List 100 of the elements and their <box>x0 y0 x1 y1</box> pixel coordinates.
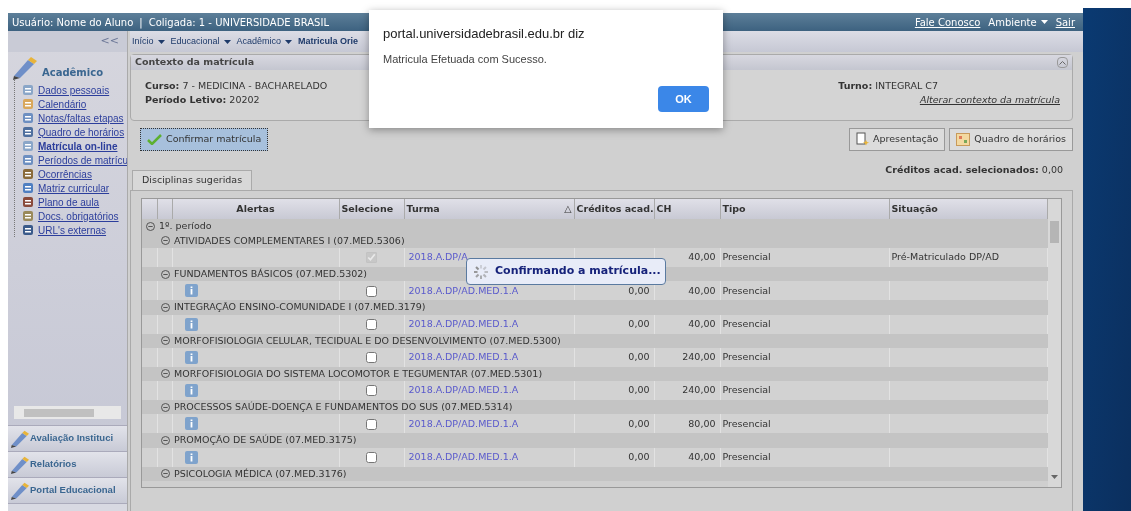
type-value: Presencial <box>722 284 771 296</box>
info-icon[interactable] <box>184 384 198 397</box>
vertical-scrollbar[interactable] <box>1048 198 1061 487</box>
type-value: Presencial <box>722 384 771 396</box>
column-title: Turma <box>406 201 440 216</box>
type-value: Presencial <box>722 417 771 429</box>
select-checkbox[interactable] <box>366 418 377 430</box>
caret-icon <box>223 39 231 44</box>
select-checkbox[interactable] <box>366 451 377 463</box>
column-header[interactable]: CH <box>654 198 720 219</box>
confirm-enrollment-button[interactable]: Confirmar matrícula <box>140 127 269 151</box>
sidebar-item[interactable]: Notas/faltas etapas <box>22 111 124 125</box>
sidebar-item[interactable]: Plano de aula <box>22 195 100 209</box>
menu-item-icon <box>22 126 34 138</box>
sidebar-item[interactable]: Matrícula on-line <box>22 139 118 153</box>
ok-button[interactable]: OK <box>658 86 709 112</box>
sidebar-item[interactable]: Períodos de matrícu <box>22 153 127 167</box>
menu-item-icon <box>22 196 34 208</box>
column-header[interactable]: Selecione <box>339 198 404 219</box>
header-link[interactable]: Sair <box>1055 14 1075 30</box>
change-context-link[interactable]: Alterar contexto da matrícula <box>919 93 1060 108</box>
select-checkbox[interactable] <box>366 318 377 330</box>
class-link[interactable]: 2018.A.DP/AD.MED.1.A <box>408 450 519 462</box>
column-header[interactable]: Alertas <box>172 198 339 219</box>
course-group-title: PROCESSOS SAÚDE-DOENÇA E FUNDAMENTOS DO SUS (07.MED.5314) <box>174 400 513 414</box>
column-header[interactable]: Situação <box>889 198 1048 219</box>
loading-text: Confirmando a matrícula... <box>495 263 661 280</box>
class-link[interactable]: 2018.A.DP/AD.MED.1.A <box>408 384 519 396</box>
breadcrumb-item[interactable]: Início <box>132 34 165 49</box>
collapse-icon[interactable] <box>161 236 170 246</box>
collapse-icon[interactable] <box>161 469 170 479</box>
tab[interactable]: Disciplinas sugeridas <box>132 169 253 190</box>
workload-value: 240,00 <box>682 351 716 363</box>
user-name: Usuário: Nome do Aluno <box>12 15 134 30</box>
info-icon[interactable] <box>184 350 198 364</box>
course-group-title: PROMOÇÃO DE SAÚDE (07.MED.3175) <box>174 433 357 448</box>
toolbar-button[interactable]: Apresentação <box>849 127 946 151</box>
dialog-title: portal.universidadebrasil.edu.br diz <box>383 25 586 43</box>
course-group-title: FUNDAMENTOS BÁSICOS (07.MED.5302) <box>174 267 368 281</box>
selected-credits: Créditos acad. selecionados: 0,00 <box>885 162 1063 177</box>
collapse-icon[interactable] <box>161 302 170 312</box>
column-header[interactable]: Créditos acad. <box>574 198 654 219</box>
course-group-title: ATIVIDADES COMPLEMENTARES I (07.MED.5306) <box>174 233 405 248</box>
info-icon[interactable] <box>184 284 198 298</box>
info-icon[interactable] <box>184 450 198 464</box>
menu-item-icon <box>22 140 34 152</box>
column-header[interactable]: Tipo <box>720 198 889 219</box>
status-value: Pré-Matriculado DP/AD <box>891 251 999 263</box>
collapse-icon[interactable] <box>161 402 170 412</box>
scrollbar-thumb[interactable] <box>1050 220 1059 243</box>
environment-menu[interactable]: Ambiente <box>988 14 1048 30</box>
type-value: Presencial <box>722 351 771 363</box>
class-link[interactable]: 2018.A.DP/AD.MED.1.A <box>408 417 519 429</box>
menu-item-icon <box>22 224 34 236</box>
class-link[interactable]: 2018.A.DP/AD.MED.1.A <box>408 284 519 296</box>
header-link[interactable]: Fale Conosco <box>914 14 981 30</box>
sidebar-item[interactable]: Docs. obrigatórios <box>22 209 119 223</box>
institution-name: Coligada: 1 - UNIVERSIDADE BRASIL <box>148 15 329 30</box>
breadcrumb-item[interactable]: Matricula Orie <box>298 34 359 49</box>
info-icon[interactable] <box>184 317 198 331</box>
sidebar-item[interactable]: URL's externas <box>22 223 107 237</box>
select-checkbox[interactable] <box>366 285 377 297</box>
collapse-icon[interactable] <box>146 221 155 231</box>
sidebar-section[interactable]: Portal Educacional <box>8 477 127 503</box>
class-link[interactable]: 2018.A.DP/AD.MED.1.A <box>408 317 519 329</box>
panel-title: Contexto da matrícula <box>135 55 255 70</box>
course-group-title: PSICOLOGIA MÉDICA (07.MED.3176) <box>174 466 347 481</box>
select-checkbox[interactable] <box>366 352 377 364</box>
collapse-panel-button[interactable] <box>1057 57 1068 68</box>
workload-value: 240,00 <box>682 384 716 396</box>
sidebar-item[interactable]: Ocorrências <box>22 167 92 181</box>
pencil-icon <box>10 455 30 474</box>
scrollbar-thumb[interactable] <box>24 408 94 417</box>
column-header[interactable]: Turma △ <box>404 198 574 219</box>
toolbar-button[interactable]: Quadro de horários <box>949 127 1073 151</box>
collapse-icon[interactable] <box>161 269 170 279</box>
sidebar-item[interactable]: Matriz curricular <box>22 181 110 195</box>
credits-value: 0,00 <box>628 384 650 396</box>
sidebar-section[interactable]: Relatórios <box>8 451 127 477</box>
sidebar-item[interactable]: Dados pessoais <box>22 83 110 97</box>
breadcrumb-item[interactable]: Acadêmico <box>236 34 293 49</box>
collapse-icon[interactable] <box>161 336 170 346</box>
select-checkbox[interactable] <box>366 385 377 397</box>
horizontal-scrollbar[interactable] <box>14 406 121 419</box>
class-link[interactable]: 2018.A.DP/AD.MED.1.A <box>408 351 519 363</box>
collapse-icon[interactable] <box>161 435 170 445</box>
credits-value: 0,00 <box>628 417 650 429</box>
sidebar-section[interactable]: Avaliação Instituci <box>8 425 127 451</box>
sidebar-item[interactable]: Quadro de horários <box>22 125 125 139</box>
menu-item-icon <box>22 84 34 96</box>
sidebar-item[interactable]: Calendário <box>22 97 87 111</box>
calendar-icon <box>956 132 971 146</box>
collapse-icon[interactable] <box>161 369 170 379</box>
period-label: 1º. período <box>159 219 212 234</box>
scroll-down-icon[interactable] <box>1051 474 1058 479</box>
info-icon[interactable] <box>184 417 198 431</box>
breadcrumb-item[interactable]: Educacional <box>170 34 231 49</box>
chevron-up-icon <box>1059 60 1066 65</box>
caret-icon <box>285 39 293 44</box>
menu-item-icon <box>22 98 34 110</box>
